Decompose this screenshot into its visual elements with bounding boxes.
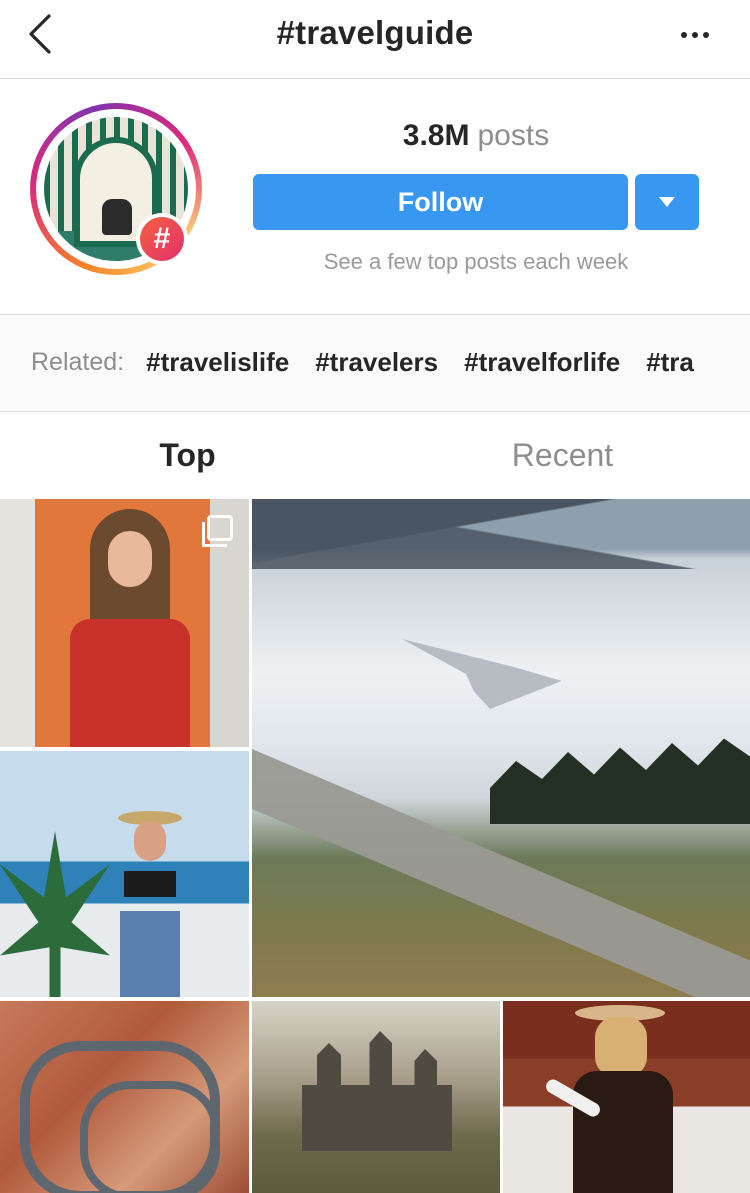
- post-thumbnail[interactable]: [252, 1001, 500, 1193]
- feed-tabs: Top Recent: [0, 412, 750, 498]
- related-tag[interactable]: #travelislife: [146, 347, 289, 378]
- caret-down-icon: [659, 197, 675, 207]
- more-dot: [703, 32, 709, 38]
- photo-hair: [595, 1017, 647, 1077]
- related-row: Related: #travelislife #travelers #trave…: [31, 347, 720, 378]
- hashtag-icon: #: [140, 217, 184, 261]
- related-tag[interactable]: #travelforlife: [464, 347, 620, 378]
- post-grid: [0, 499, 750, 1193]
- photo-castle: [302, 1031, 452, 1151]
- post-thumbnail[interactable]: [0, 751, 249, 997]
- photo-road: [80, 1081, 220, 1193]
- related-tag[interactable]: #tra: [646, 347, 694, 378]
- posts-count-number: 3.8M: [402, 119, 470, 152]
- top-bar: #travelguide: [0, 0, 750, 79]
- photo-hang-glider: [402, 639, 562, 709]
- page-title: #travelguide: [276, 14, 474, 51]
- related-label: Related:: [31, 348, 125, 376]
- photo-mountains: [252, 499, 750, 569]
- photo-trees: [490, 738, 750, 824]
- follow-hint: See a few top posts each week: [323, 249, 629, 274]
- follow-options-button[interactable]: [635, 174, 699, 230]
- follow-button[interactable]: Follow: [253, 174, 628, 230]
- post-thumbnail-large[interactable]: [252, 499, 750, 997]
- photo-dress: [573, 1071, 673, 1193]
- tab-recent[interactable]: Recent: [375, 412, 750, 498]
- avatar-person: [102, 199, 132, 235]
- carousel-icon: [202, 515, 233, 547]
- photo-jeans: [120, 911, 180, 997]
- photo-subject: [110, 811, 190, 997]
- photo-subject: [70, 509, 190, 747]
- posts-count: 3.8M posts: [253, 119, 699, 153]
- photo-dress: [70, 619, 190, 747]
- photo-face: [108, 531, 152, 587]
- photo-palm: [0, 831, 110, 997]
- more-horizontal-icon: [681, 32, 687, 38]
- photo-top: [124, 871, 176, 897]
- hashtag-header: # 3.8M posts Follow See a few top posts e…: [0, 79, 750, 315]
- photo-face: [134, 821, 166, 861]
- tab-top[interactable]: Top: [0, 412, 375, 498]
- post-thumbnail[interactable]: [0, 499, 249, 747]
- post-thumbnail[interactable]: [503, 1001, 750, 1193]
- related-tag[interactable]: #travelers: [315, 347, 438, 378]
- more-dot: [692, 32, 698, 38]
- related-hashtags: Related: #travelislife #travelers #trave…: [0, 315, 750, 412]
- hashtag-badge: #: [136, 213, 188, 265]
- more-options-button[interactable]: [670, 18, 720, 52]
- posts-count-label: posts: [477, 119, 550, 152]
- post-thumbnail[interactable]: [0, 1001, 249, 1193]
